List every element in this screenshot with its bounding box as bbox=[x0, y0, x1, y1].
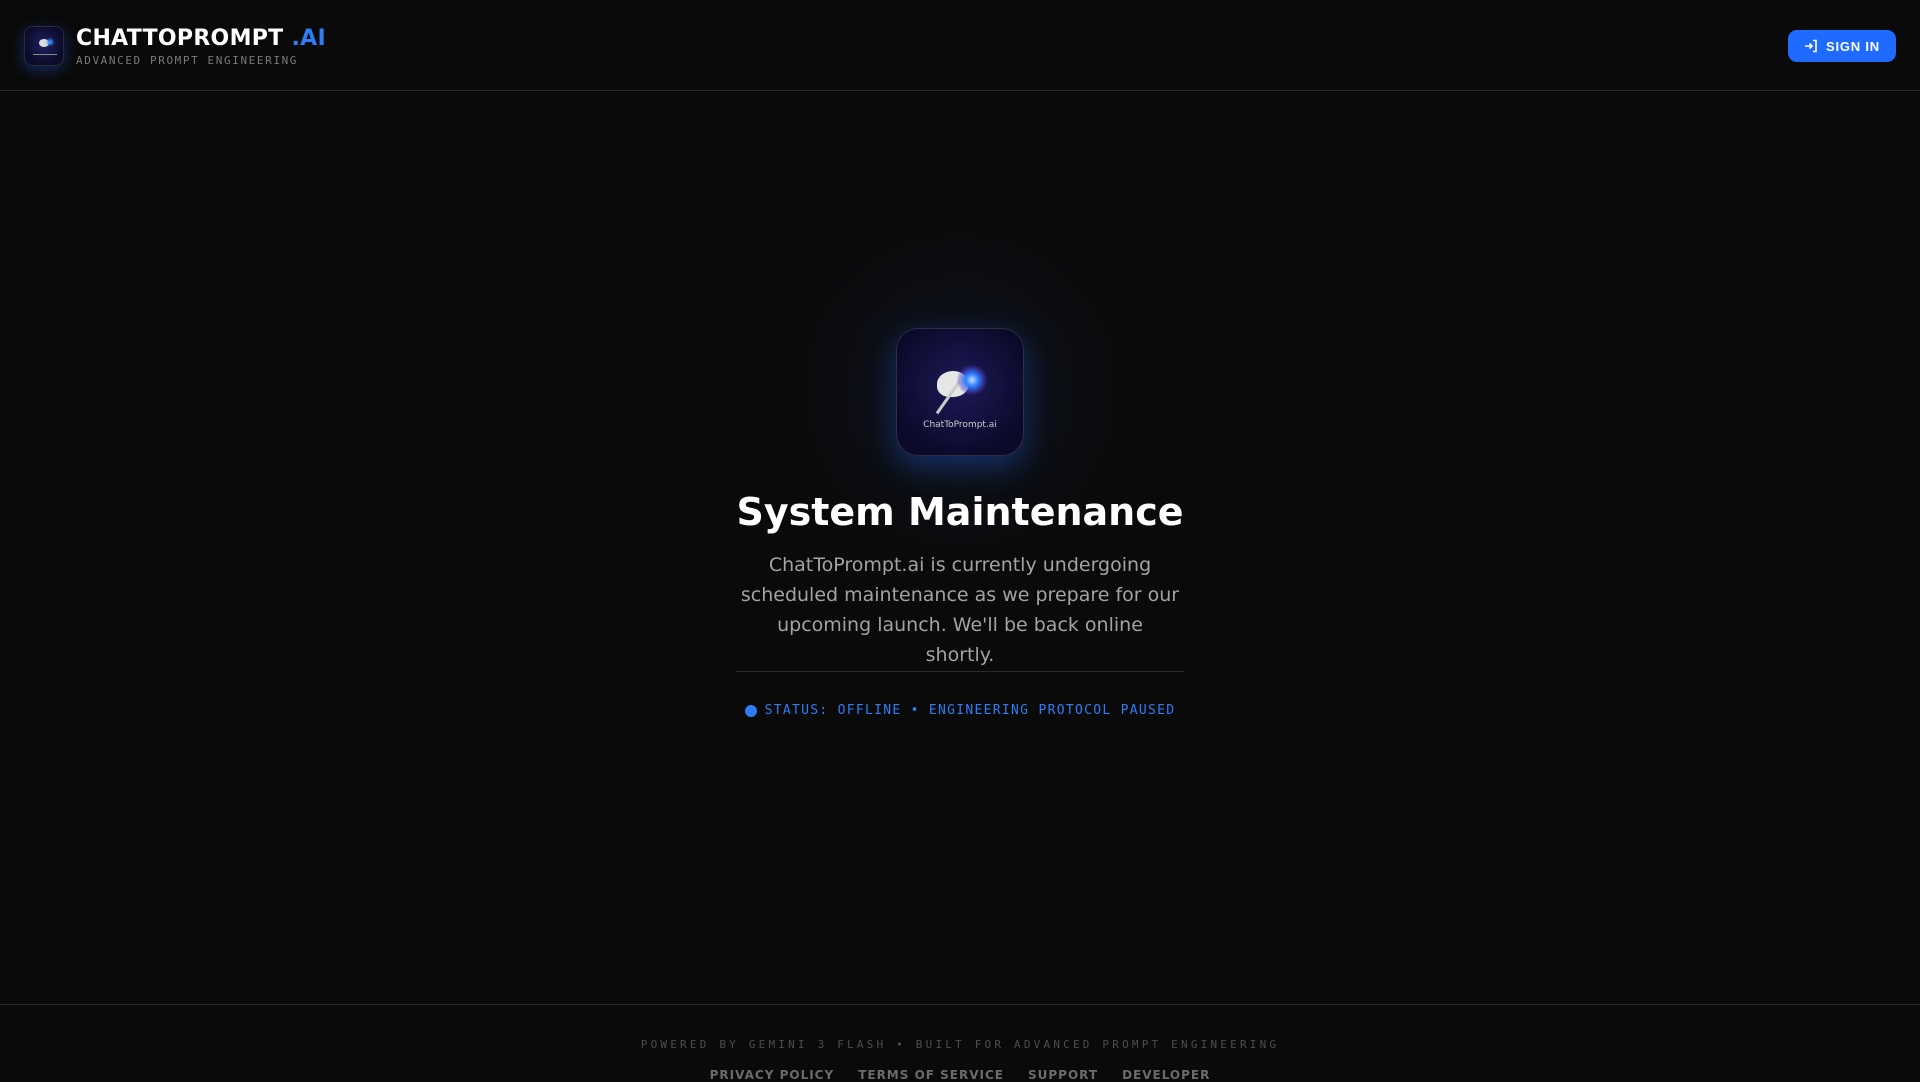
status-dot-icon bbox=[744, 704, 757, 717]
status-text: STATUS: OFFLINE • ENGINEERING PROTOCOL P… bbox=[764, 703, 1176, 718]
sign-in-button[interactable]: SIGN IN bbox=[1788, 30, 1896, 62]
sign-in-icon bbox=[1805, 39, 1817, 53]
logo-caption: ChatToPrompt.ai bbox=[923, 420, 997, 430]
sparkle-icon bbox=[957, 365, 987, 395]
status-line: STATUS: OFFLINE • ENGINEERING PROTOCOL P… bbox=[0, 703, 1920, 718]
app-logo-card: ChatToPrompt.ai bbox=[896, 328, 1024, 456]
brand-name: CHATTOPROMPT .AI bbox=[76, 26, 326, 51]
header: CHATTOPROMPT .AI ADVANCED PROMPT ENGINEE… bbox=[0, 0, 1920, 91]
page-title: System Maintenance bbox=[736, 490, 1184, 534]
brand-suffix: .AI bbox=[291, 26, 326, 51]
tagline: ADVANCED PROMPT ENGINEERING bbox=[76, 54, 299, 67]
powered-by: POWERED BY GEMINI 3 FLASH • BUILT FOR AD… bbox=[640, 1038, 1280, 1051]
brand-text: CHATTOPROMPT bbox=[76, 26, 284, 51]
maintenance-description: ChatToPrompt.ai is currently undergoing … bbox=[740, 554, 1180, 666]
logo-icon[interactable] bbox=[24, 26, 64, 66]
sign-in-label: SIGN IN bbox=[1826, 38, 1880, 54]
divider bbox=[736, 671, 1184, 672]
